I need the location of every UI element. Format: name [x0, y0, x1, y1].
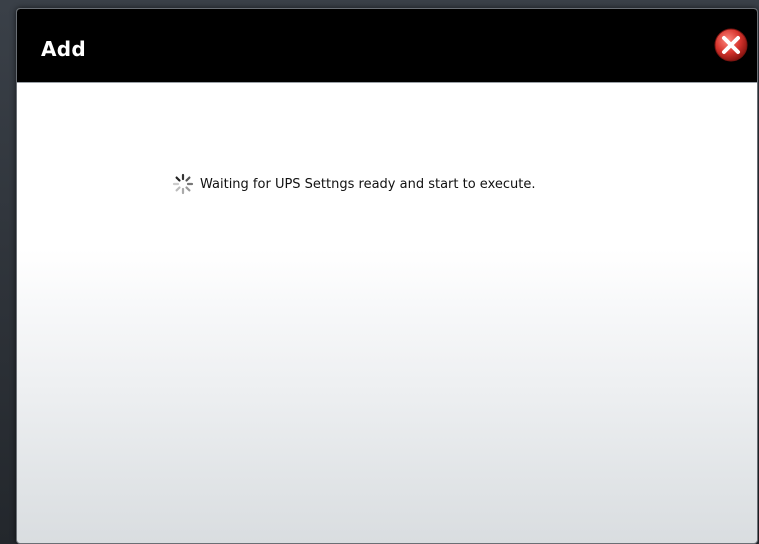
dialog-titlebar: Add	[17, 9, 757, 83]
status-message-text: Waiting for UPS Settngs ready and start …	[200, 176, 536, 192]
status-message: Waiting for UPS Settngs ready and start …	[172, 173, 535, 195]
dialog-title: Add	[41, 37, 87, 61]
close-button[interactable]	[713, 27, 749, 63]
close-icon	[714, 28, 748, 62]
loading-spinner-icon	[172, 173, 194, 195]
add-dialog: Add Waiting for UPS Settngs ready and st…	[16, 8, 758, 544]
